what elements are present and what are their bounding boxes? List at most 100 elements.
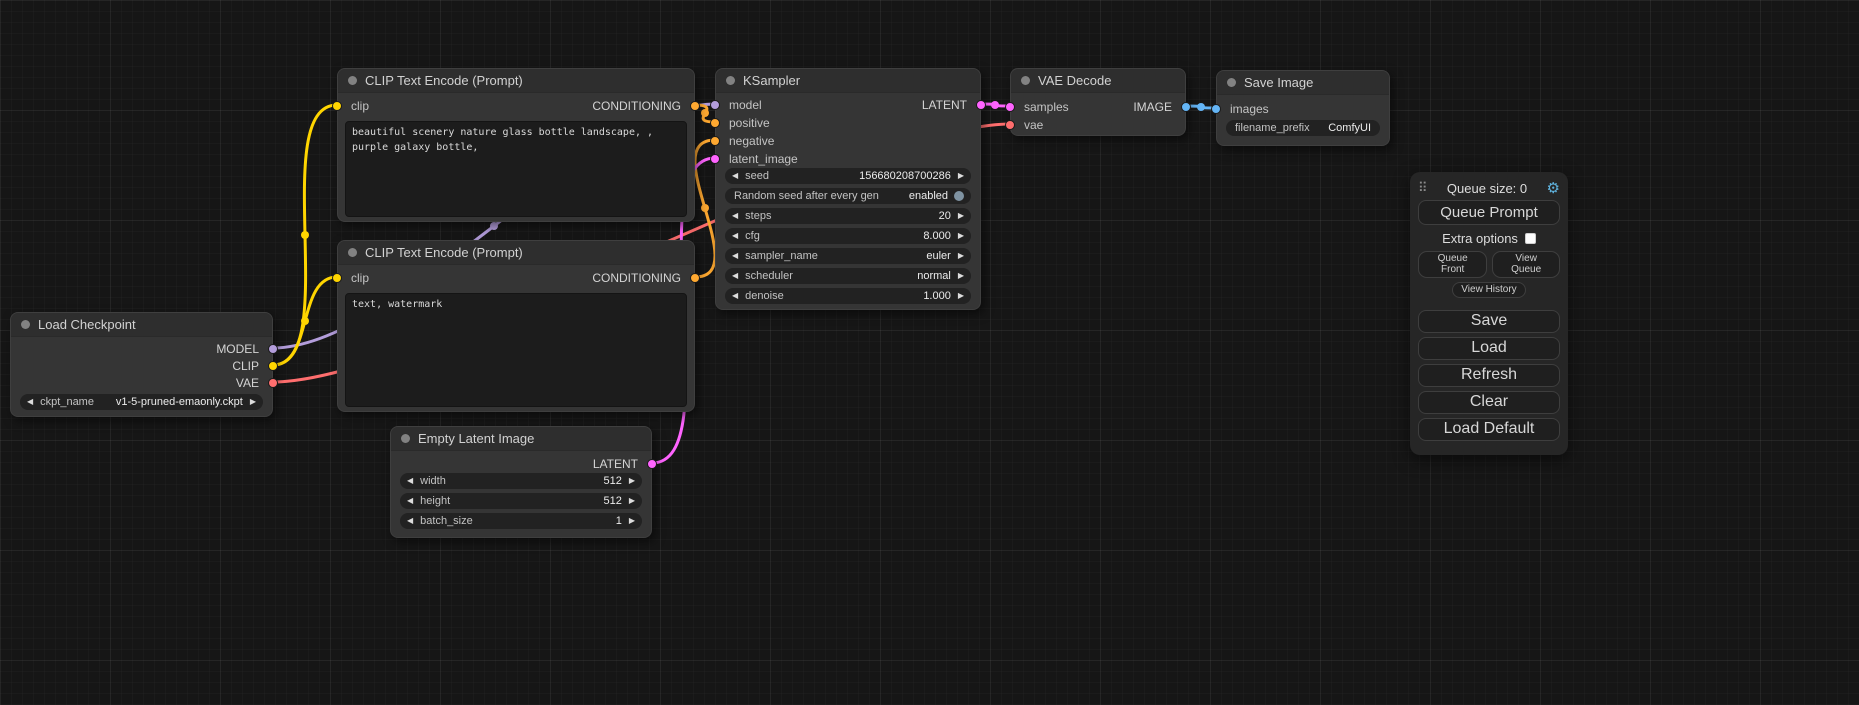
output-dot-conditioning[interactable] [690, 273, 700, 283]
settings-gear-icon[interactable]: ⚙ [1547, 179, 1560, 197]
node-title-bar[interactable]: CLIP Text Encode (Prompt) [338, 241, 694, 265]
input-dot-latent-image[interactable] [710, 154, 720, 164]
refresh-button[interactable]: Refresh [1418, 364, 1560, 387]
next-arrow-icon[interactable]: ▶ [250, 398, 256, 406]
output-dot-vae[interactable] [268, 378, 278, 388]
widget-batch-size[interactable]: ◀ batch_size 1 ▶ [400, 513, 642, 529]
prev-arrow-icon[interactable]: ◀ [732, 272, 738, 280]
node-empty-latent-image[interactable]: Empty Latent Image LATENT ◀ width 512 ▶ … [390, 426, 652, 538]
view-history-button[interactable]: View History [1452, 282, 1525, 298]
input-dot-images[interactable] [1211, 104, 1221, 114]
output-dot-image[interactable] [1181, 102, 1191, 112]
decrement-arrow-icon[interactable]: ◀ [407, 497, 413, 505]
node-title-bar[interactable]: VAE Decode [1011, 69, 1185, 93]
prev-arrow-icon[interactable]: ◀ [732, 252, 738, 260]
input-dot-positive[interactable] [710, 118, 720, 128]
decrement-arrow-icon[interactable]: ◀ [732, 172, 738, 180]
increment-arrow-icon[interactable]: ▶ [958, 292, 964, 300]
node-clip-text-encode-negative[interactable]: CLIP Text Encode (Prompt) clip CONDITION… [337, 240, 695, 412]
next-arrow-icon[interactable]: ▶ [958, 252, 964, 260]
collapse-dot-icon[interactable] [1021, 76, 1030, 85]
widget-scheduler[interactable]: ◀ scheduler normal ▶ [725, 268, 971, 284]
node-title-bar[interactable]: CLIP Text Encode (Prompt) [338, 69, 694, 93]
node-title-bar[interactable]: Empty Latent Image [391, 427, 651, 451]
widget-height[interactable]: ◀ height 512 ▶ [400, 493, 642, 509]
load-default-button[interactable]: Load Default [1418, 418, 1560, 441]
input-slot-positive[interactable]: positive [716, 114, 980, 132]
slot-label: vae [1024, 118, 1043, 132]
widget-width[interactable]: ◀ width 512 ▶ [400, 473, 642, 489]
next-arrow-icon[interactable]: ▶ [958, 272, 964, 280]
widget-denoise[interactable]: ◀ denoise 1.000 ▶ [725, 288, 971, 304]
load-button[interactable]: Load [1418, 337, 1560, 360]
toggle-knob-icon[interactable] [954, 191, 964, 201]
extra-options-label: Extra options [1442, 231, 1518, 246]
input-slot-negative[interactable]: negative [716, 132, 980, 150]
increment-arrow-icon[interactable]: ▶ [958, 212, 964, 220]
collapse-dot-icon[interactable] [348, 76, 357, 85]
node-vae-decode[interactable]: VAE Decode samples IMAGE vae [1010, 68, 1186, 136]
widget-cfg[interactable]: ◀ cfg 8.000 ▶ [725, 228, 971, 244]
clear-button[interactable]: Clear [1418, 391, 1560, 414]
extra-options-checkbox[interactable] [1525, 233, 1536, 244]
widget-sampler-name[interactable]: ◀ sampler_name euler ▶ [725, 248, 971, 264]
output-slot-vae[interactable]: VAE [11, 374, 272, 391]
graph-canvas[interactable]: Load Checkpoint MODEL CLIP VAE ◀ ckpt_na… [0, 0, 1859, 705]
node-title-bar[interactable]: Load Checkpoint [11, 313, 272, 337]
drag-handle-icon[interactable]: ⠿ [1418, 180, 1428, 196]
output-dot-conditioning[interactable] [690, 101, 700, 111]
node-title-bar[interactable]: Save Image [1217, 71, 1389, 95]
decrement-arrow-icon[interactable]: ◀ [407, 477, 413, 485]
node-load-checkpoint[interactable]: Load Checkpoint MODEL CLIP VAE ◀ ckpt_na… [10, 312, 273, 417]
queue-prompt-button[interactable]: Queue Prompt [1418, 200, 1560, 225]
slot-label: MODEL [216, 342, 259, 356]
positive-prompt-textarea[interactable]: beautiful scenery nature glass bottle la… [345, 121, 687, 217]
decrement-arrow-icon[interactable]: ◀ [407, 517, 413, 525]
decrement-arrow-icon[interactable]: ◀ [732, 212, 738, 220]
view-queue-button[interactable]: View Queue [1492, 251, 1560, 278]
input-slot-vae[interactable]: vae [1011, 116, 1185, 134]
output-dot-latent[interactable] [976, 100, 986, 110]
input-slot-latent-image[interactable]: latent_image [716, 150, 980, 168]
collapse-dot-icon[interactable] [726, 76, 735, 85]
input-dot-clip[interactable] [332, 101, 342, 111]
widget-random-seed-toggle[interactable]: Random seed after every gen enabled [725, 188, 971, 204]
input-dot-vae[interactable] [1005, 120, 1015, 130]
input-dot-clip[interactable] [332, 273, 342, 283]
increment-arrow-icon[interactable]: ▶ [958, 172, 964, 180]
increment-arrow-icon[interactable]: ▶ [958, 232, 964, 240]
output-dot-clip[interactable] [268, 361, 278, 371]
output-slot-model[interactable]: MODEL [11, 340, 272, 357]
collapse-dot-icon[interactable] [348, 248, 357, 257]
node-ksampler[interactable]: KSampler model LATENT positive negative … [715, 68, 981, 310]
widget-label: sampler_name [745, 250, 926, 262]
widget-seed[interactable]: ◀ seed 156680208700286 ▶ [725, 168, 971, 184]
collapse-dot-icon[interactable] [401, 434, 410, 443]
widget-steps[interactable]: ◀ steps 20 ▶ [725, 208, 971, 224]
collapse-dot-icon[interactable] [1227, 78, 1236, 87]
output-slot-latent[interactable]: LATENT [391, 455, 651, 473]
widget-filename-prefix[interactable]: filename_prefix ComfyUI [1226, 120, 1380, 136]
prev-arrow-icon[interactable]: ◀ [27, 398, 33, 406]
input-dot-negative[interactable] [710, 136, 720, 146]
decrement-arrow-icon[interactable]: ◀ [732, 292, 738, 300]
widget-label: steps [745, 210, 938, 222]
node-clip-text-encode-positive[interactable]: CLIP Text Encode (Prompt) clip CONDITION… [337, 68, 695, 222]
output-dot-model[interactable] [268, 344, 278, 354]
input-dot-model[interactable] [710, 100, 720, 110]
widget-ckpt-name[interactable]: ◀ ckpt_name v1-5-pruned-emaonly.ckpt ▶ [20, 394, 263, 410]
collapse-dot-icon[interactable] [21, 320, 30, 329]
increment-arrow-icon[interactable]: ▶ [629, 517, 635, 525]
queue-front-button[interactable]: Queue Front [1418, 251, 1487, 278]
node-title-bar[interactable]: KSampler [716, 69, 980, 93]
input-dot-samples[interactable] [1005, 102, 1015, 112]
increment-arrow-icon[interactable]: ▶ [629, 477, 635, 485]
increment-arrow-icon[interactable]: ▶ [629, 497, 635, 505]
negative-prompt-textarea[interactable]: text, watermark [345, 293, 687, 407]
output-slot-clip[interactable]: CLIP [11, 357, 272, 374]
save-button[interactable]: Save [1418, 310, 1560, 333]
input-slot-images[interactable]: images [1217, 100, 1389, 118]
output-dot-latent[interactable] [647, 459, 657, 469]
decrement-arrow-icon[interactable]: ◀ [732, 232, 738, 240]
node-save-image[interactable]: Save Image images filename_prefix ComfyU… [1216, 70, 1390, 146]
